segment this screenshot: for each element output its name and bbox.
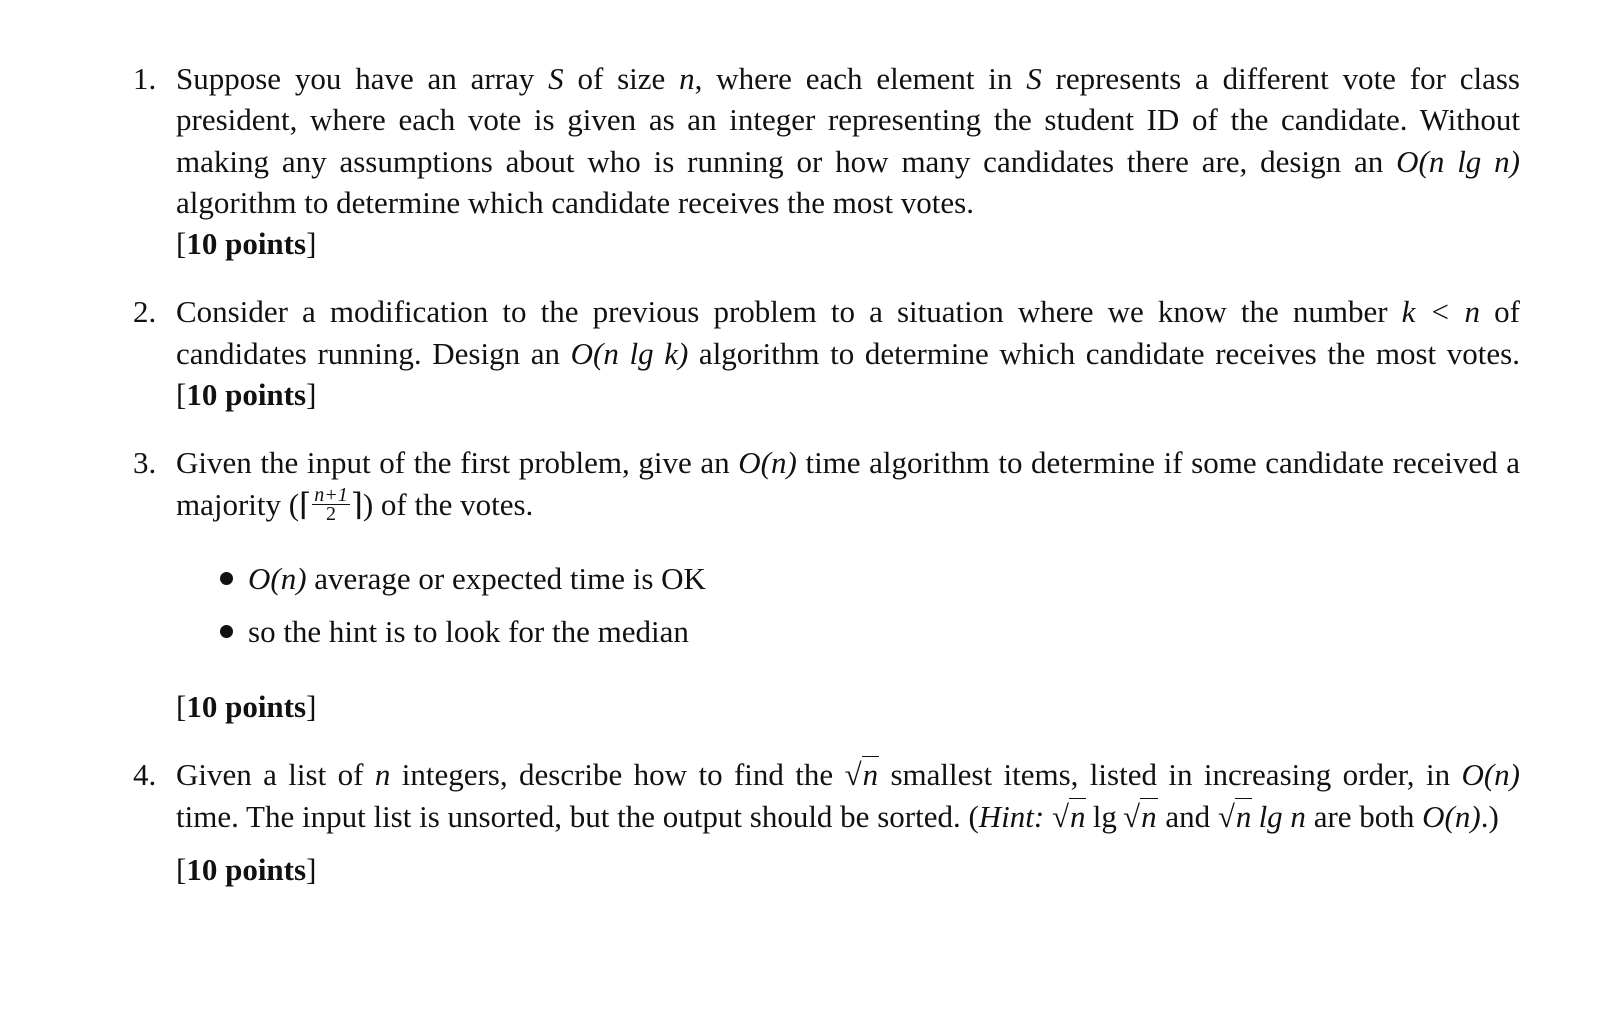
- sqrt-expression: √n: [1218, 796, 1253, 837]
- text-segment: of size: [563, 61, 680, 96]
- ceiling-left: ⌈: [299, 486, 312, 522]
- points-label: [10 points]: [176, 851, 317, 887]
- text-segment: time. The input list is unsorted, but th…: [176, 798, 979, 834]
- problem-1: 1. Suppose you have an array S of size n…: [133, 58, 1520, 264]
- problem-2: 2. Consider a modification to the previo…: [133, 291, 1520, 415]
- problem-text: Suppose you have an array S of size n, w…: [176, 58, 1520, 264]
- bullet-text: average or expected time is OK: [306, 561, 706, 597]
- text-segment: .): [1480, 798, 1499, 834]
- homework-document: 1. Suppose you have an array S of size n…: [133, 58, 1520, 890]
- math-complexity: O(n): [248, 561, 307, 597]
- points-value: 10 points: [186, 226, 307, 262]
- radicand: n: [1140, 797, 1158, 834]
- text-segment: and: [1157, 798, 1218, 834]
- radical-icon: √: [1051, 798, 1069, 834]
- math-complexity: O(n): [1422, 798, 1481, 834]
- hint-list: O(n) average or expected time is OK so t…: [176, 552, 1520, 658]
- bullet-item: O(n) average or expected time is OK: [216, 552, 1520, 605]
- text-segment: integers, describe how to find the: [390, 757, 845, 793]
- sqrt-expression: √n: [1123, 796, 1158, 837]
- problem-text: Given the input of the first problem, gi…: [176, 442, 1520, 526]
- points-label: [10 points]: [176, 689, 317, 725]
- problem-4: 4. Given a list of n integers, describe …: [133, 754, 1520, 890]
- points-value: 10 points: [186, 377, 307, 413]
- problem-number: 2.: [133, 294, 157, 330]
- bullet-text: so the hint is to look for the median: [248, 614, 689, 650]
- sqrt-expression: √n: [1052, 796, 1087, 837]
- hint-label: Hint:: [978, 798, 1045, 834]
- bullet-icon: [220, 625, 233, 639]
- problem-3: 3. Given the input of the first problem,…: [133, 442, 1520, 727]
- points-value: 10 points: [186, 689, 307, 725]
- radicand: n: [1234, 797, 1253, 834]
- math-complexity: O(n): [1461, 757, 1521, 793]
- math-variable: S: [1026, 61, 1042, 96]
- radical-icon: √: [1123, 798, 1141, 834]
- text-segment: Given a list of: [176, 757, 375, 793]
- ceiling-right: ⌉: [350, 486, 363, 522]
- math-variable: n: [679, 61, 695, 96]
- bullet-item: so the hint is to look for the median: [216, 605, 1520, 658]
- text-segment: , where each element in: [694, 61, 1027, 96]
- problem-number: 1.: [133, 61, 157, 96]
- math-function: lg n: [1258, 798, 1306, 834]
- sqrt-expression: √n: [845, 754, 880, 795]
- text-segment: are both: [1305, 798, 1423, 834]
- text-segment: Given the input of the first problem, gi…: [176, 445, 739, 481]
- points-label: [10 points]: [176, 377, 317, 413]
- text-segment: smallest items, listed in increasing ord…: [879, 757, 1462, 793]
- radicand: n: [1068, 797, 1087, 834]
- points-label: [10 points]: [176, 226, 317, 262]
- math-variable: n: [374, 757, 391, 793]
- radical-icon: √: [1217, 798, 1235, 834]
- bullet-icon: [220, 572, 233, 586]
- text-segment: algorithm to determine which candidate r…: [176, 184, 974, 220]
- radical-icon: √: [844, 757, 862, 793]
- problem-number: 3.: [133, 445, 157, 481]
- math-condition: k < n: [1401, 294, 1481, 330]
- radicand: n: [861, 756, 880, 793]
- problem-text: Consider a modification to the previous …: [176, 291, 1520, 415]
- math-variable: S: [548, 61, 564, 96]
- text-segment: ) of the votes.: [362, 486, 534, 522]
- math-complexity: O(n lg k): [570, 335, 689, 371]
- fraction-denominator: 2: [325, 503, 336, 526]
- math-complexity: O(n lg n): [1396, 143, 1520, 179]
- text-segment: Suppose you have an array: [176, 61, 549, 96]
- problem-number: 4.: [133, 757, 157, 793]
- math-complexity: O(n): [738, 445, 797, 481]
- points-value: 10 points: [186, 851, 307, 887]
- text-segment: [1044, 799, 1052, 834]
- problem-text: Given a list of n integers, describe how…: [176, 754, 1520, 837]
- fraction: n+1 2: [312, 485, 350, 526]
- math-function: lg: [1092, 798, 1117, 834]
- text-segment: Consider a modification to the previous …: [176, 294, 1402, 330]
- text-segment: algorithm to determine which candidate r…: [688, 335, 1520, 371]
